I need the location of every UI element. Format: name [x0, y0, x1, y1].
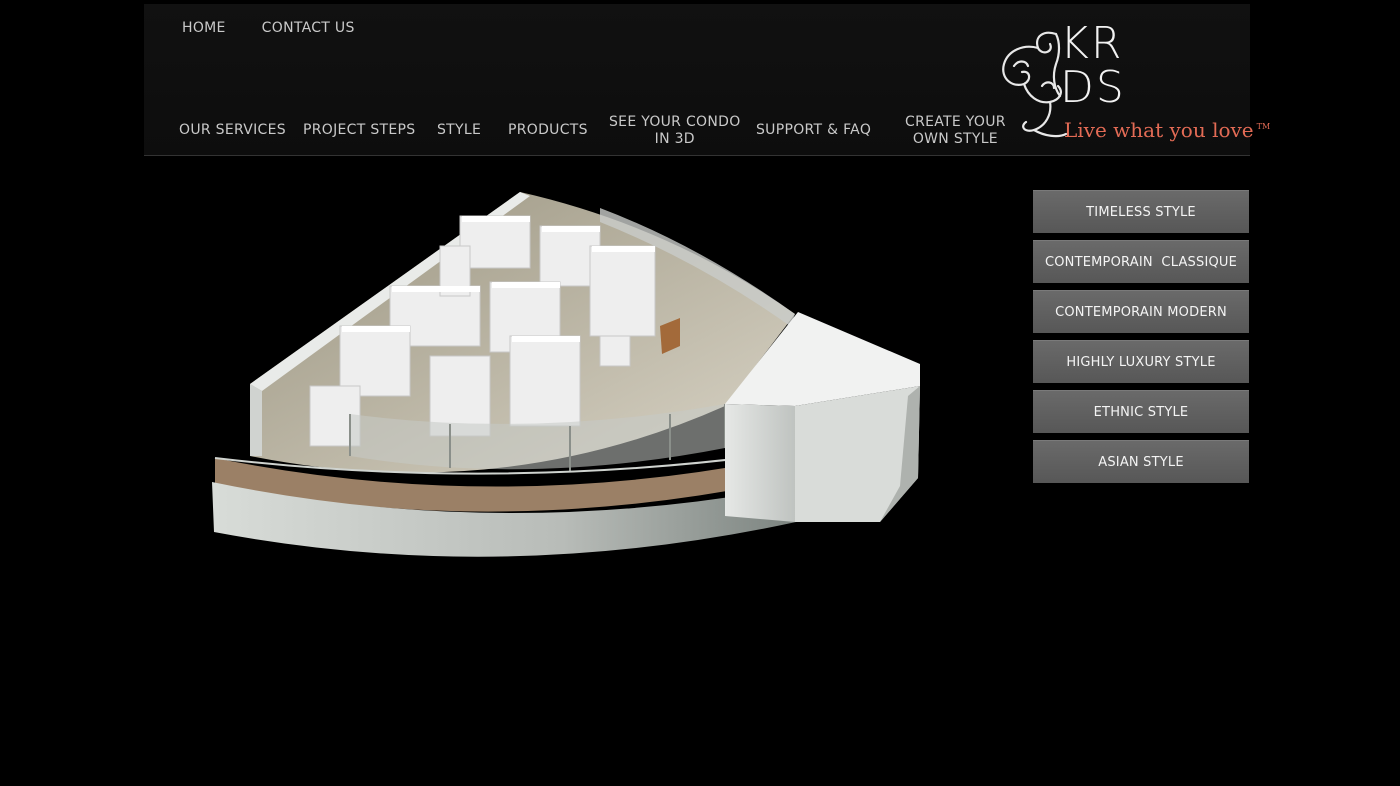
logo-letters-bottom: DS: [1060, 62, 1126, 113]
site-header: HOME CONTACT US OUR SERVICES PROJECT STE…: [144, 4, 1270, 156]
style-contemporain-classique-button[interactable]: CONTEMPORAIN CLASSIQUE: [1033, 240, 1249, 283]
style-contemporain-modern-button[interactable]: CONTEMPORAIN MODERN: [1033, 290, 1249, 333]
nav-support-faq[interactable]: SUPPORT & FAQ: [756, 122, 871, 139]
style-highly-luxury-button[interactable]: HIGHLY LUXURY STYLE: [1033, 340, 1249, 383]
krds-logo[interactable]: KR DS Live what you love TM: [994, 22, 1270, 147]
logo-wordmark: KR DS: [1060, 22, 1126, 110]
nav-our-services[interactable]: OUR SERVICES: [179, 122, 286, 139]
nav-project-steps[interactable]: PROJECT STEPS: [303, 122, 415, 139]
style-timeless-button[interactable]: TIMELESS STYLE: [1033, 190, 1249, 233]
nav-products[interactable]: PRODUCTS: [508, 122, 588, 139]
condo-3d-model[interactable]: [200, 186, 930, 576]
logo-tagline: Live what you love TM: [1064, 118, 1270, 142]
condo-floorplan-render: [212, 192, 920, 557]
nav-see-condo-3d[interactable]: SEE YOUR CONDO IN 3D: [609, 114, 741, 148]
logo-tagline-text: Live what you love: [1064, 118, 1254, 142]
nav-style[interactable]: STYLE: [437, 122, 481, 139]
logo-trademark: TM: [1256, 122, 1271, 132]
nav-create-style[interactable]: CREATE YOUR OWN STYLE: [905, 114, 1006, 148]
style-menu: TIMELESS STYLE CONTEMPORAIN CLASSIQUE CO…: [1033, 190, 1249, 490]
logo-letters-top: KR: [1060, 18, 1124, 69]
style-ethnic-button[interactable]: ETHNIC STYLE: [1033, 390, 1249, 433]
style-asian-button[interactable]: ASIAN STYLE: [1033, 440, 1249, 483]
